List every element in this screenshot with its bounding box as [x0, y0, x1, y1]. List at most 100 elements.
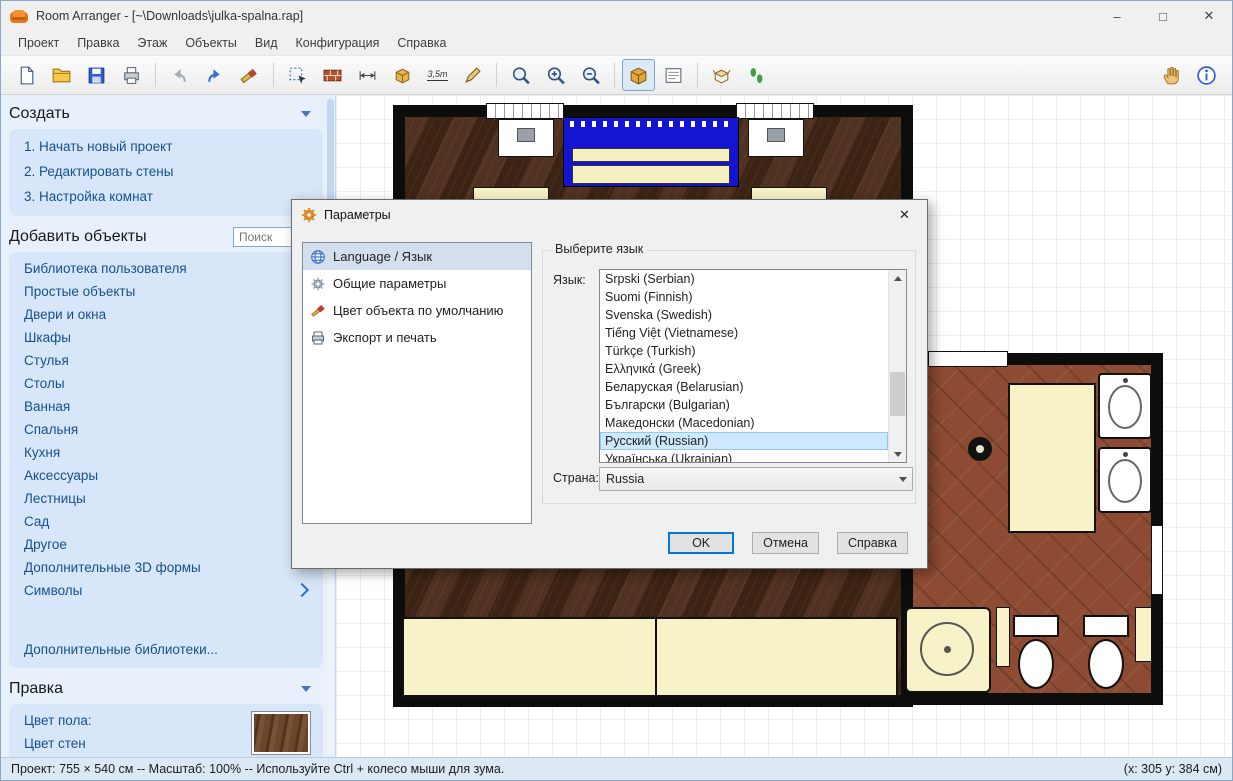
wardrobe[interactable] [402, 617, 898, 697]
tv-stand[interactable] [748, 119, 804, 157]
dialog-close-button[interactable]: ✕ [882, 200, 927, 230]
language-option[interactable]: Українська (Ukrainian) [600, 450, 888, 463]
help-button[interactable]: Справка [837, 532, 908, 554]
window[interactable] [486, 103, 564, 119]
zoom-in-button[interactable] [539, 59, 572, 91]
language-option[interactable]: Ελληνικά (Greek) [600, 360, 888, 378]
language-option[interactable]: Türkçe (Turkish) [600, 342, 888, 360]
selection-mode-button[interactable] [281, 59, 314, 91]
minimize-button[interactable]: – [1094, 1, 1140, 31]
language-option[interactable]: Български (Bulgarian) [600, 396, 888, 414]
sidebar-item-accessories[interactable]: Аксессуары [24, 464, 323, 487]
print-button[interactable] [115, 59, 148, 91]
sidebar-item-symbols[interactable]: Символы [24, 579, 323, 602]
sidebar-item-user-library[interactable]: Библиотека пользователя [24, 257, 323, 280]
language-option[interactable]: Tiếng Việt (Vietnamese) [600, 324, 888, 342]
undo-button[interactable] [163, 59, 196, 91]
cancel-button[interactable]: Отмена [752, 532, 819, 554]
language-option[interactable]: Svenska (Swedish) [600, 306, 888, 324]
partition[interactable] [996, 607, 1010, 667]
menu-objects[interactable]: Объекты [176, 33, 246, 53]
insert-3d-shape-button[interactable] [386, 59, 419, 91]
scroll-down-button[interactable] [889, 446, 906, 462]
language-option[interactable]: Suomi (Finnish) [600, 288, 888, 306]
new-project-button[interactable] [10, 59, 43, 91]
scroll-up-button[interactable] [889, 270, 906, 286]
sidebar-item-tables[interactable]: Столы [24, 372, 323, 395]
menu-edit[interactable]: Правка [68, 33, 128, 53]
paint-button[interactable] [233, 59, 266, 91]
sidebar-item-simple-objects[interactable]: Простые объекты [24, 280, 323, 303]
menu-help[interactable]: Справка [388, 33, 455, 53]
toilet[interactable] [1011, 615, 1061, 695]
menu-floor[interactable]: Этаж [128, 33, 176, 53]
sink[interactable] [1098, 373, 1152, 439]
zoom-window-button[interactable] [504, 59, 537, 91]
bathroom-vanity[interactable] [1008, 383, 1096, 533]
language-option[interactable]: Беларуская (Belarusian) [600, 378, 888, 396]
sidebar-item-bedroom[interactable]: Спальня [24, 418, 323, 441]
edit-walls-button[interactable] [316, 59, 349, 91]
language-option[interactable]: Македонски (Macedonian) [600, 414, 888, 432]
close-button[interactable]: ✕ [1186, 1, 1232, 31]
sidebar-item-stairs[interactable]: Лестницы [24, 487, 323, 510]
edit-card: Цвет пола: Цвет стен [9, 704, 323, 762]
grab-hand-button[interactable] [1155, 59, 1188, 91]
dimensions-button[interactable] [351, 59, 384, 91]
wall-color-link[interactable]: Цвет стен [24, 732, 92, 755]
menu-configuration[interactable]: Конфигурация [287, 33, 389, 53]
collapse-arrow-icon[interactable] [301, 111, 311, 117]
door-opening[interactable] [1151, 525, 1163, 595]
bed[interactable] [563, 117, 739, 187]
menu-project[interactable]: Проект [9, 33, 68, 53]
info-button[interactable] [1190, 59, 1223, 91]
object-properties-button[interactable] [657, 59, 690, 91]
walk-through-button[interactable] [740, 59, 773, 91]
language-listbox[interactable]: Srpski (Serbian) Suomi (Finnish) Svenska… [599, 269, 907, 463]
tv-stand[interactable] [498, 119, 554, 157]
show-3d-objects-button[interactable] [705, 59, 738, 91]
category-language[interactable]: Language / Язык [303, 243, 531, 270]
sidebar-item-edit-walls[interactable]: 2. Редактировать стены [24, 159, 323, 184]
sidebar-item-doors-windows[interactable]: Двери и окна [24, 303, 323, 326]
window[interactable] [736, 103, 814, 119]
language-option-selected[interactable]: Русский (Russian) [600, 432, 888, 450]
scrollbar-thumb[interactable] [890, 372, 905, 416]
sidebar-item-room-setup[interactable]: 3. Настройка комнат [24, 184, 323, 209]
category-general[interactable]: Общие параметры [303, 270, 531, 297]
floor-color-swatch[interactable] [251, 711, 311, 755]
sidebar-item-garden[interactable]: Сад [24, 510, 323, 533]
partition[interactable] [1135, 607, 1152, 662]
collapse-arrow-icon[interactable] [301, 686, 311, 692]
sidebar-item-more-libraries[interactable]: Дополнительные библиотеки... [24, 638, 323, 661]
maximize-button[interactable]: □ [1140, 1, 1186, 31]
sidebar-item-3d-shapes[interactable]: Дополнительные 3D формы [24, 556, 323, 579]
ok-button[interactable]: OK [668, 532, 734, 554]
category-export-print[interactable]: Экспорт и печать [303, 324, 531, 351]
sidebar-item-chairs[interactable]: Стулья [24, 349, 323, 372]
view-3d-button[interactable] [622, 59, 655, 91]
shower[interactable] [905, 607, 991, 693]
sidebar-item-wardrobes[interactable]: Шкафы [24, 326, 323, 349]
redo-button[interactable] [198, 59, 231, 91]
statusbar: Проект: 755 × 540 см -- Масштаб: 100% --… [1, 757, 1232, 780]
menu-view[interactable]: Вид [246, 33, 287, 53]
save-button[interactable] [80, 59, 113, 91]
toilet[interactable] [1081, 615, 1131, 695]
floor-drain[interactable] [968, 437, 992, 461]
category-default-color[interactable]: Цвет объекта по умолчанию [303, 297, 531, 324]
sidebar-item-bathroom[interactable]: Ванная [24, 395, 323, 418]
zoom-out-button[interactable] [574, 59, 607, 91]
sink[interactable] [1098, 447, 1152, 513]
sidebar-item-new-project[interactable]: 1. Начать новый проект [24, 134, 323, 159]
measure-button[interactable]: 3,5m [421, 59, 454, 91]
combo-dropdown-button[interactable] [894, 468, 912, 490]
country-combobox[interactable]: Russia [599, 467, 913, 491]
language-option[interactable]: Srpski (Serbian) [600, 270, 888, 288]
draw-button[interactable] [456, 59, 489, 91]
sidebar-item-other[interactable]: Другое [24, 533, 323, 556]
sidebar-item-kitchen[interactable]: Кухня [24, 441, 323, 464]
language-list-scrollbar[interactable] [888, 270, 906, 462]
door-opening[interactable] [928, 351, 1008, 367]
open-project-button[interactable] [45, 59, 78, 91]
